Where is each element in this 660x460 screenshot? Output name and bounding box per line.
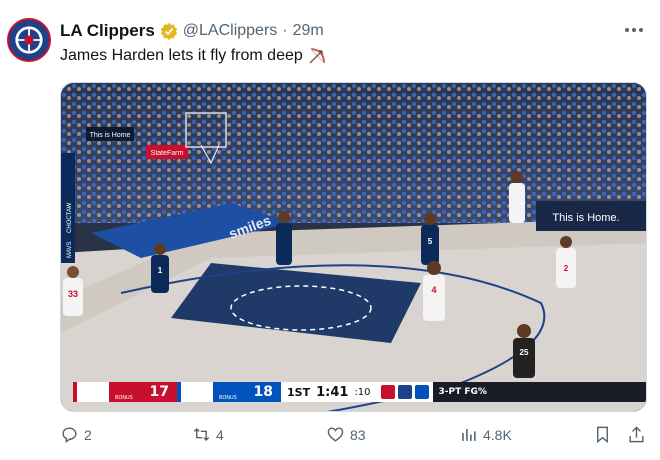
game-frame: This is Home StateFarm CHOCTAW MAVS smil… — [61, 83, 646, 411]
separator-dot: · — [282, 22, 288, 39]
clippers-score-logo-icon — [73, 382, 109, 402]
display-name[interactable]: LA Clippers — [60, 21, 155, 41]
sign-state-farm: StateFarm — [151, 150, 184, 157]
team1-score: 17 BONUS — [109, 382, 177, 402]
bookmark-icon — [597, 426, 608, 444]
tweet: LA Clippers @LAClippers · 29m James Hard… — [0, 0, 660, 460]
svg-text:5: 5 — [428, 237, 433, 246]
svg-text:33: 33 — [68, 289, 78, 299]
repost-count: 4 — [216, 426, 224, 443]
share-button[interactable] — [627, 425, 646, 444]
heart-icon — [327, 427, 344, 442]
video-media[interactable]: This is Home StateFarm CHOCTAW MAVS smil… — [60, 82, 647, 412]
tweet-body: James Harden lets it fly from deep — [60, 47, 303, 64]
view-count: 4.8K — [483, 426, 512, 443]
sign-this-is-home-right: This is Home. — [552, 212, 619, 224]
team2-score: 18 BONUS — [213, 382, 281, 402]
mavs-score-logo-icon — [177, 382, 213, 402]
mavs-badge-icon — [414, 385, 429, 399]
svg-text:25: 25 — [520, 348, 529, 357]
clock: 1:41 — [316, 384, 349, 400]
reply-count: 2 — [84, 426, 92, 443]
action-bar: 2 4 83 4.8K — [60, 425, 650, 449]
clippers-logo-icon — [9, 20, 49, 60]
stat-label: 3-PT FG% — [432, 382, 646, 402]
more-options-icon[interactable] — [622, 22, 646, 38]
quarter: 1ST — [287, 385, 311, 399]
like-button[interactable]: 83 — [326, 425, 366, 444]
views-chart-icon — [462, 428, 476, 441]
shot-clock: :10 — [354, 386, 371, 398]
views-button[interactable]: 4.8K — [459, 425, 512, 444]
repost-button[interactable]: 4 — [192, 425, 224, 444]
player-shooter — [509, 171, 525, 223]
svg-text:1: 1 — [158, 266, 163, 275]
nba-logo-icon — [380, 385, 395, 399]
tweet-text: James Harden lets it fly from deep — [60, 46, 327, 66]
reply-button[interactable]: 2 — [60, 425, 92, 444]
repost-icon — [193, 427, 210, 442]
bookmark-button[interactable] — [593, 425, 612, 444]
reply-icon — [62, 427, 77, 444]
game-clock: 1ST 1:41 :10 — [281, 382, 377, 402]
clippers-badge-icon — [397, 385, 412, 399]
sign-this-is-home-left: This is Home — [90, 132, 131, 139]
bow-and-arrow-icon — [307, 46, 327, 66]
svg-text:2: 2 — [564, 264, 569, 273]
handle[interactable]: @LAClippers — [183, 22, 278, 40]
like-count: 83 — [350, 426, 366, 443]
tweet-header: LA Clippers @LAClippers · 29m — [60, 21, 324, 41]
svg-text:4: 4 — [431, 285, 436, 295]
scoreboard: 17 BONUS 18 BONUS 1ST 1:41 :10 3-PT FG% — [73, 382, 646, 402]
team2-bonus: BONUS — [219, 395, 237, 401]
verified-badge-icon — [160, 22, 178, 40]
share-icon — [629, 426, 644, 443]
sign-choctaw: CHOCTAW — [67, 202, 73, 233]
network-badges — [376, 382, 433, 402]
player-center — [276, 211, 292, 265]
timestamp[interactable]: 29m — [293, 22, 324, 40]
sign-mavs: MAVS — [67, 241, 73, 258]
team1-bonus: BONUS — [115, 395, 133, 401]
avatar[interactable] — [7, 18, 51, 62]
